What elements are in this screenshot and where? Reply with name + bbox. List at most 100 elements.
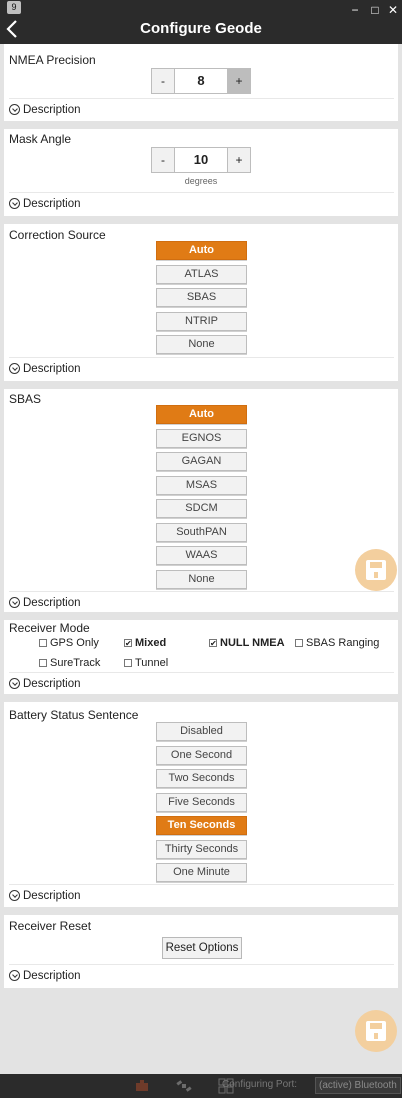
nmea-precision-value[interactable]: 8 bbox=[175, 68, 227, 94]
battery-option-thirty-seconds[interactable]: Thirty Seconds bbox=[156, 840, 247, 859]
save-icon bbox=[366, 1021, 386, 1041]
battery-option-five-seconds[interactable]: Five Seconds bbox=[156, 793, 247, 812]
correction-source-option-auto[interactable]: Auto bbox=[156, 241, 247, 260]
receiver-mode-section: Receiver Mode GPS Only ✔ Mixed ✔ NULL NMEA… bbox=[4, 620, 398, 694]
correction-source-option-ntrip[interactable]: NTRIP bbox=[156, 312, 247, 331]
receiver-mode-label: Receiver Mode bbox=[9, 621, 90, 635]
tunnel-label: Tunnel bbox=[135, 657, 169, 669]
description-label: Description bbox=[23, 596, 81, 609]
nmea-precision-increment-button[interactable]: + bbox=[227, 68, 251, 94]
battery-option-one-minute[interactable]: One Minute bbox=[156, 863, 247, 882]
receiver-reset-label: Receiver Reset bbox=[9, 919, 92, 933]
checkbox-box bbox=[39, 659, 47, 667]
correction-source-label: Correction Source bbox=[9, 228, 106, 242]
reset-options-button[interactable]: Reset Options bbox=[162, 937, 242, 959]
checkbox-box bbox=[124, 659, 132, 667]
sbas-option-southpan[interactable]: SouthPAN bbox=[156, 523, 247, 542]
description-label: Description bbox=[23, 969, 81, 982]
floating-save-button[interactable] bbox=[355, 1010, 397, 1052]
sbas-option-waas[interactable]: WAAS bbox=[156, 546, 247, 565]
description-label: Description bbox=[23, 677, 81, 690]
null-nmea-checkbox[interactable]: ✔ NULL NMEA bbox=[209, 637, 285, 649]
description-label: Description bbox=[23, 197, 81, 210]
app-badge: 9 bbox=[7, 1, 21, 14]
sbas-description-toggle[interactable]: Description bbox=[9, 591, 394, 611]
description-label: Description bbox=[23, 103, 81, 116]
battery-option-two-seconds[interactable]: Two Seconds bbox=[156, 769, 247, 788]
checkbox-box bbox=[295, 639, 303, 647]
sbas-section: SBAS Auto EGNOS GAGAN MSAS SDCM SouthPAN… bbox=[4, 389, 398, 612]
sbas-ranging-checkbox[interactable]: SBAS Ranging bbox=[295, 637, 379, 649]
battery-option-disabled[interactable]: Disabled bbox=[156, 722, 247, 741]
correction-source-option-none[interactable]: None bbox=[156, 335, 247, 354]
receiver-icon[interactable] bbox=[134, 1078, 150, 1094]
port-select[interactable]: (active) Bluetooth bbox=[315, 1077, 401, 1094]
divider bbox=[4, 907, 398, 915]
chevron-down-icon bbox=[9, 970, 20, 981]
sbas-label: SBAS bbox=[9, 392, 42, 406]
mask-angle-description-toggle[interactable]: Description bbox=[9, 192, 394, 212]
divider bbox=[4, 381, 398, 389]
receiver-reset-description-toggle[interactable]: Description bbox=[9, 964, 394, 984]
mixed-label: Mixed bbox=[135, 637, 167, 649]
nmea-precision-decrement-button[interactable]: - bbox=[151, 68, 175, 94]
check-icon: ✔ bbox=[209, 639, 217, 648]
battery-option-ten-seconds[interactable]: Ten Seconds bbox=[156, 816, 247, 835]
suretrack-checkbox[interactable]: SureTrack bbox=[39, 657, 100, 669]
nmea-precision-stepper: - 8 + bbox=[151, 68, 251, 94]
chevron-down-icon bbox=[9, 198, 20, 209]
mask-angle-increment-button[interactable]: + bbox=[227, 147, 251, 173]
close-button[interactable]: ✕ bbox=[384, 2, 402, 18]
null-nmea-label: NULL NMEA bbox=[220, 637, 285, 649]
divider bbox=[4, 216, 398, 224]
mask-angle-unit: degrees bbox=[184, 176, 218, 186]
battery-status-description-toggle[interactable]: Description bbox=[9, 884, 394, 904]
satellite-icon[interactable] bbox=[176, 1078, 192, 1094]
sbas-option-gagan[interactable]: GAGAN bbox=[156, 452, 247, 471]
checkbox-box bbox=[39, 639, 47, 647]
sbas-ranging-label: SBAS Ranging bbox=[306, 637, 380, 649]
chevron-down-icon bbox=[9, 678, 20, 689]
mask-angle-decrement-button[interactable]: - bbox=[151, 147, 175, 173]
mask-angle-stepper: - 10 + bbox=[151, 147, 251, 173]
chevron-down-icon bbox=[9, 363, 20, 374]
settings-panel: NMEA Precision - 8 + Description Mask An… bbox=[4, 44, 398, 988]
chevron-down-icon bbox=[9, 890, 20, 901]
sbas-option-auto[interactable]: Auto bbox=[156, 405, 247, 424]
bottom-status-bar: Configuring Port: (active) Bluetooth bbox=[0, 1074, 402, 1098]
page-title: Configure Geode bbox=[140, 20, 262, 37]
nmea-precision-description-toggle[interactable]: Description bbox=[9, 98, 394, 118]
correction-source-option-sbas[interactable]: SBAS bbox=[156, 288, 247, 307]
correction-source-option-atlas[interactable]: ATLAS bbox=[156, 265, 247, 284]
description-label: Description bbox=[23, 362, 81, 375]
sbas-option-msas[interactable]: MSAS bbox=[156, 476, 247, 495]
receiver-mode-description-toggle[interactable]: Description bbox=[9, 672, 394, 692]
divider bbox=[4, 121, 398, 129]
mask-angle-section: Mask Angle - 10 + degrees Description bbox=[4, 129, 398, 216]
floating-save-button[interactable] bbox=[355, 549, 397, 591]
correction-source-description-toggle[interactable]: Description bbox=[9, 357, 394, 377]
description-label: Description bbox=[23, 889, 81, 902]
sbas-option-none[interactable]: None bbox=[156, 570, 247, 589]
check-icon: ✔ bbox=[124, 639, 132, 648]
receiver-reset-section: Receiver Reset Reset Options Description bbox=[4, 915, 398, 988]
sbas-option-egnos[interactable]: EGNOS bbox=[156, 429, 247, 448]
minimize-button[interactable]: − bbox=[346, 2, 364, 18]
gps-only-label: GPS Only bbox=[50, 637, 99, 649]
chevron-down-icon bbox=[9, 597, 20, 608]
battery-status-section: Battery Status Sentence Disabled One Sec… bbox=[4, 702, 398, 907]
tunnel-checkbox[interactable]: Tunnel bbox=[124, 657, 168, 669]
mask-angle-value[interactable]: 10 bbox=[175, 147, 227, 173]
save-icon bbox=[366, 560, 386, 580]
sbas-option-sdcm[interactable]: SDCM bbox=[156, 499, 247, 518]
nmea-precision-section: NMEA Precision - 8 + Description bbox=[4, 44, 398, 121]
gps-only-checkbox[interactable]: GPS Only bbox=[39, 637, 99, 649]
mixed-checkbox[interactable]: ✔ Mixed bbox=[124, 637, 166, 649]
configuring-port-label: Configuring Port: bbox=[222, 1079, 298, 1090]
mask-angle-label: Mask Angle bbox=[9, 132, 72, 146]
title-bar: 9 Configure Geode − □ ✕ bbox=[0, 0, 402, 44]
suretrack-label: SureTrack bbox=[50, 657, 101, 669]
correction-source-section: Correction Source Auto ATLAS SBAS NTRIP … bbox=[4, 224, 398, 381]
battery-option-one-second[interactable]: One Second bbox=[156, 746, 247, 765]
maximize-button[interactable]: □ bbox=[366, 2, 384, 18]
